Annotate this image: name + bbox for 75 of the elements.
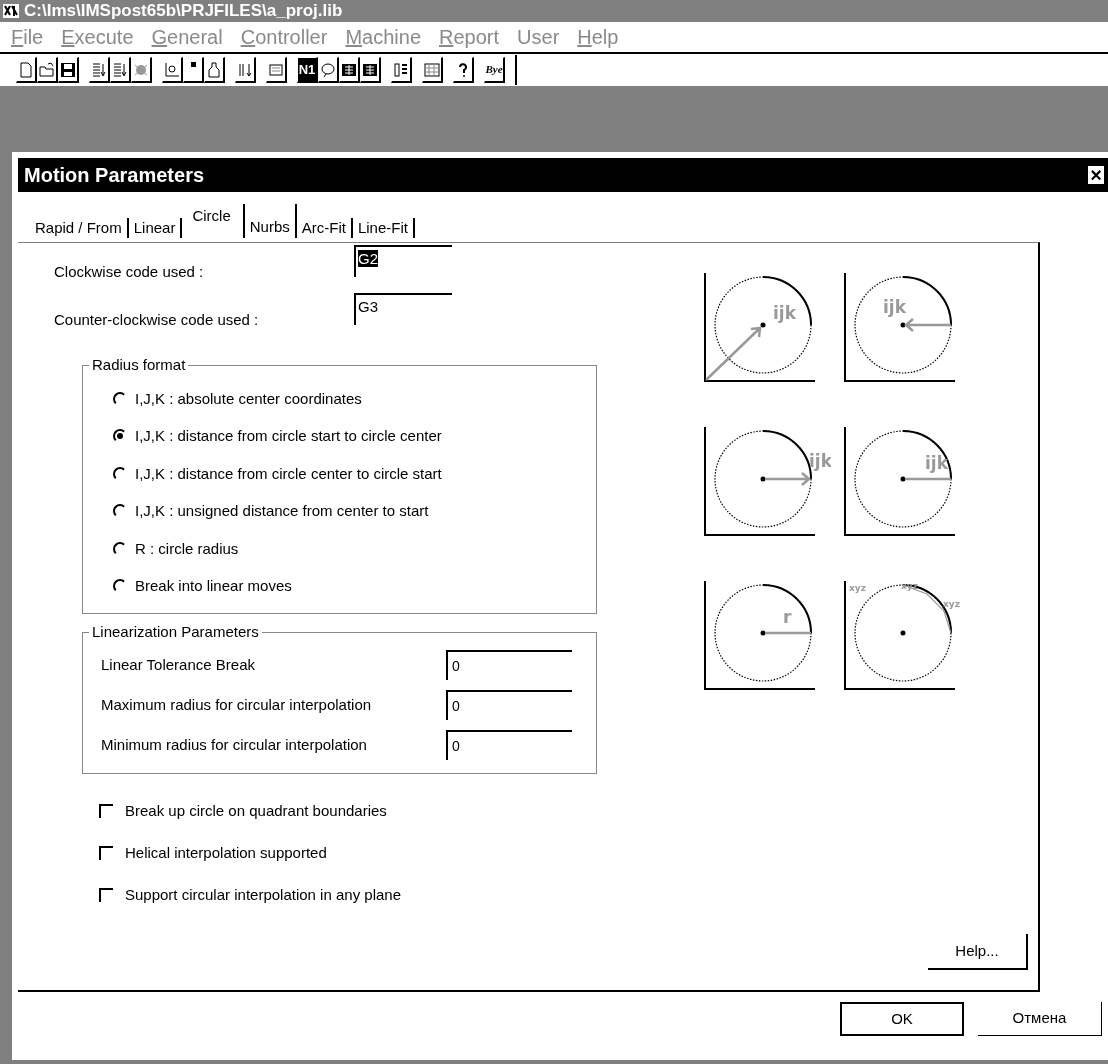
checkbox-label[interactable]: Break up circle on quadrant boundaries (125, 799, 387, 823)
dialog-button[interactable]: Отмена (978, 1002, 1102, 1036)
checkbox[interactable] (99, 888, 113, 902)
tab[interactable]: Arc-Fit (296, 218, 353, 238)
input-field[interactable]: 0 (446, 730, 572, 760)
toolbar-button[interactable] (110, 57, 131, 83)
toolbar-button[interactable] (339, 57, 360, 83)
radio-label[interactable]: I,J,K : absolute center coordinates (135, 387, 362, 410)
toolbar-button[interactable] (453, 57, 474, 83)
field-label: Counter-clockwise code used : (54, 309, 260, 330)
checkbox[interactable] (99, 804, 113, 818)
field-value: G2 (358, 250, 378, 267)
toolbar-button[interactable] (318, 57, 339, 83)
plot-icon (164, 61, 180, 78)
field-label: Maximum radius for circular interpolation (101, 694, 373, 715)
columns-icon (393, 61, 409, 78)
input-field[interactable]: G3 (354, 293, 452, 325)
toolbar-button[interactable] (391, 57, 412, 83)
dialog-button[interactable]: OK (840, 1002, 964, 1036)
radio-button[interactable] (113, 541, 127, 556)
window-icon (268, 61, 284, 78)
field-value: G3 (358, 298, 378, 315)
input-field[interactable]: 0 (446, 650, 572, 680)
help-button[interactable]: Help... (928, 934, 1028, 970)
toolbar-button[interactable] (58, 57, 79, 83)
tab[interactable]: Circle (182, 206, 243, 232)
field-label: Clockwise code used : (54, 261, 205, 282)
radio-label[interactable]: I,J,K : distance from circle center to circle start (135, 462, 442, 485)
toolbar-button[interactable] (183, 57, 204, 83)
radio-label[interactable]: Break into linear moves (135, 575, 292, 598)
table-icon (362, 61, 378, 78)
toolbar-button[interactable] (162, 57, 183, 83)
toolbar-button[interactable] (360, 57, 381, 83)
list-arrow-icon (112, 61, 128, 78)
dialog-title: Motion Parameters (24, 163, 205, 188)
radio-button[interactable] (113, 391, 127, 406)
toolbar-button[interactable] (204, 57, 225, 83)
radio-label[interactable]: I,J,K : unsigned distance from center to start (135, 500, 429, 523)
field-label: Linear Tolerance Break (101, 654, 256, 675)
tab[interactable]: Linear (128, 218, 183, 238)
toolbar-button[interactable]: N1 (297, 57, 318, 83)
toolbar-button[interactable] (422, 57, 443, 83)
new-file-icon (18, 61, 34, 78)
toolbar-button[interactable]: Bye (484, 57, 505, 83)
save-icon (60, 61, 76, 78)
close-button[interactable]: × (1088, 166, 1104, 184)
grid-icon (424, 61, 440, 78)
radio-label[interactable]: I,J,K : distance from circle start to circle center (135, 425, 442, 448)
sort-icon (237, 61, 253, 78)
app-icon (2, 3, 20, 19)
radio-button[interactable] (113, 579, 127, 594)
input-field[interactable]: G2 (354, 245, 452, 277)
toolbar-button[interactable] (235, 57, 256, 83)
radio-button[interactable] (113, 429, 127, 444)
radio-label[interactable]: R : circle radius (135, 537, 239, 560)
input-field[interactable]: 0 (446, 690, 572, 720)
window-title: C:\Ims\IMSpost65b\PRJFILES\a_proj.lib (24, 0, 343, 23)
field-label: Minimum radius for circular interpolation (101, 734, 368, 755)
table-icon (341, 61, 357, 78)
tab[interactable]: Line-Fit (352, 218, 415, 238)
list-arrow-icon (91, 61, 107, 78)
toolbar-button[interactable] (266, 57, 287, 83)
balloon-icon (320, 61, 336, 78)
tab[interactable]: Rapid / From (30, 218, 129, 238)
toolbar-button[interactable] (89, 57, 110, 83)
toolbar-button[interactable] (16, 57, 37, 83)
radio-button[interactable] (113, 466, 127, 481)
open-folder-icon (39, 61, 55, 78)
checkbox-label[interactable]: Support circular interpolation in any plane (125, 883, 401, 907)
toolbar-button[interactable] (37, 57, 58, 83)
bottle-icon (206, 61, 222, 78)
checkbox-label[interactable]: Helical interpolation supported (125, 841, 327, 865)
tab[interactable]: Nurbs (242, 204, 297, 238)
radio-button[interactable] (113, 504, 127, 519)
checkbox[interactable] (99, 846, 113, 860)
